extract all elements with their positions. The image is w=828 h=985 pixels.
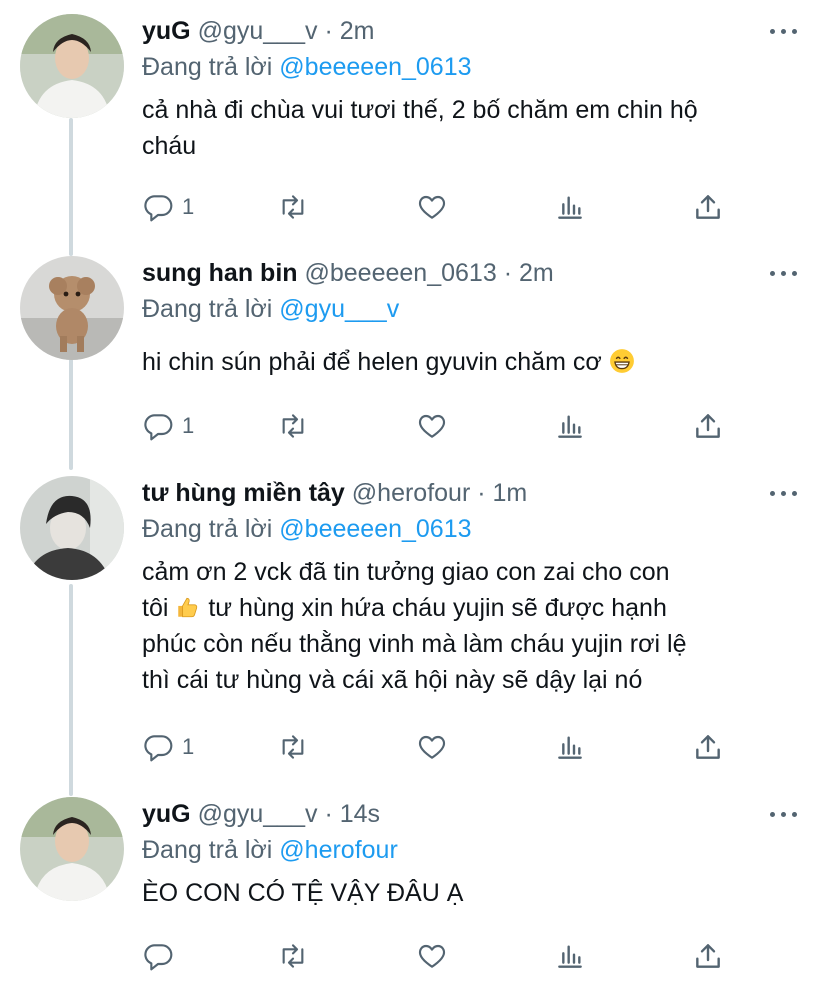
more-icon[interactable] bbox=[770, 266, 800, 280]
tweet-text-line: phúc còn nếu thằng vinh mà làm cháu yuji… bbox=[142, 630, 687, 658]
like-button[interactable] bbox=[416, 187, 448, 227]
tweet-text-line: cảm ơn 2 vck đã tin tưởng giao con zai c… bbox=[142, 558, 670, 586]
tweet-text-line-group: tôi tư hùng xin hứa cháu yujin sẽ được h… bbox=[142, 590, 798, 626]
reply-count: 1 bbox=[182, 413, 195, 438]
reply-button[interactable]: 1 bbox=[142, 727, 194, 767]
analytics-icon bbox=[558, 736, 582, 759]
replying-to-label: Đang trả lời bbox=[142, 515, 273, 543]
heart-icon bbox=[418, 195, 446, 219]
tweet-text: ÈO CON CÓ TỆ VẬY ĐÂU Ạ bbox=[142, 875, 798, 911]
share-button[interactable] bbox=[692, 727, 724, 767]
tweet-actions bbox=[142, 936, 742, 976]
display-name[interactable]: yuG bbox=[142, 800, 191, 828]
analytics-icon bbox=[558, 415, 582, 438]
more-icon[interactable] bbox=[770, 807, 800, 821]
reply-button[interactable] bbox=[142, 936, 182, 976]
avatar[interactable] bbox=[20, 476, 124, 580]
tweet-actions: 1 bbox=[142, 187, 742, 227]
reply-button[interactable]: 1 bbox=[142, 406, 194, 446]
reply-mention-link[interactable]: @beeeeen_0613 bbox=[279, 53, 471, 81]
heart-icon bbox=[418, 414, 446, 438]
user-handle[interactable]: @gyu___v bbox=[198, 800, 318, 828]
share-button[interactable] bbox=[692, 406, 724, 446]
retweet-icon bbox=[282, 414, 304, 438]
reply-button[interactable]: 1 bbox=[142, 187, 194, 227]
analytics-button[interactable] bbox=[554, 187, 586, 227]
tweet-text-line: cả nhà đi chùa vui tươi thế, 2 bố chăm e… bbox=[142, 96, 698, 124]
more-icon[interactable] bbox=[770, 24, 800, 38]
like-button[interactable] bbox=[416, 936, 448, 976]
reply-icon bbox=[144, 944, 173, 971]
timestamp[interactable]: 1m bbox=[493, 479, 528, 507]
avatar-photo bbox=[20, 14, 124, 118]
tweet-text-line: ÈO CON CÓ TỆ VẬY ĐÂU Ạ bbox=[142, 879, 464, 907]
reply-mention-link[interactable]: @herofour bbox=[279, 836, 398, 864]
thumbs-up-emoji bbox=[178, 597, 198, 618]
avatar-photo bbox=[20, 256, 124, 360]
reply-mention-link[interactable]: @gyu___v bbox=[279, 295, 399, 323]
avatar[interactable] bbox=[20, 256, 124, 360]
heart-icon bbox=[418, 944, 446, 968]
avatar[interactable] bbox=[20, 797, 124, 901]
reply-mention-link[interactable]: @beeeeen_0613 bbox=[279, 515, 471, 543]
user-handle[interactable]: @gyu___v bbox=[198, 17, 318, 45]
tweet-actions: 1 bbox=[142, 406, 742, 446]
share-button[interactable] bbox=[692, 936, 724, 976]
retweet-button[interactable] bbox=[277, 727, 309, 767]
analytics-icon bbox=[558, 196, 582, 219]
reply-icon bbox=[144, 195, 173, 222]
reply-count: 1 bbox=[182, 734, 195, 759]
share-icon bbox=[696, 944, 720, 968]
user-handle[interactable]: @herofour bbox=[352, 479, 471, 507]
tweet-text: cảm ơn 2 vck đã tin tưởng giao con zai c… bbox=[142, 554, 798, 698]
heart-icon bbox=[418, 735, 446, 759]
retweet-button[interactable] bbox=[277, 936, 309, 976]
avatar-photo bbox=[20, 476, 124, 580]
reply-icon bbox=[144, 414, 173, 441]
tweet-actions: 1 bbox=[142, 727, 742, 767]
replying-to-label: Đang trả lời bbox=[142, 295, 273, 323]
share-icon bbox=[696, 414, 720, 438]
reply-count: 1 bbox=[182, 194, 195, 219]
analytics-button[interactable] bbox=[554, 936, 586, 976]
tweet-text-line: tư hùng xin hứa cháu yujin sẽ được hạnh bbox=[208, 594, 667, 622]
separator-dot: · bbox=[324, 800, 333, 828]
user-handle[interactable]: @beeeeen_0613 bbox=[305, 259, 497, 287]
grinning-emoji bbox=[609, 349, 634, 373]
analytics-button[interactable] bbox=[554, 406, 586, 446]
reply-icon bbox=[144, 735, 173, 762]
tweet-text-line: hi chin sún phải để helen gyuvin chăm cơ bbox=[142, 348, 602, 376]
like-button[interactable] bbox=[416, 727, 448, 767]
analytics-icon bbox=[558, 945, 582, 968]
tweet-text-line: tôi bbox=[142, 594, 169, 622]
separator-dot: · bbox=[324, 17, 333, 45]
share-button[interactable] bbox=[692, 187, 724, 227]
tweet-text: cả nhà đi chùa vui tươi thế, 2 bố chăm e… bbox=[142, 92, 798, 164]
avatar[interactable] bbox=[20, 14, 124, 118]
tweet-text: hi chin sún phải để helen gyuvin chăm cơ bbox=[142, 344, 798, 380]
tweet-text-line: thì cái tư hùng và cái xã hội này sẽ dậy… bbox=[142, 666, 643, 694]
analytics-button[interactable] bbox=[554, 727, 586, 767]
timestamp[interactable]: 2m bbox=[340, 17, 375, 45]
display-name[interactable]: sung han bin bbox=[142, 259, 298, 287]
like-button[interactable] bbox=[416, 406, 448, 446]
retweet-icon bbox=[282, 944, 304, 968]
more-icon[interactable] bbox=[770, 486, 800, 500]
retweet-button[interactable] bbox=[277, 406, 309, 446]
share-icon bbox=[696, 195, 720, 219]
display-name[interactable]: yuG bbox=[142, 17, 191, 45]
separator-dot: · bbox=[503, 259, 513, 287]
replying-to-label: Đang trả lời bbox=[142, 836, 273, 864]
display-name[interactable]: tư hùng miền tây bbox=[142, 479, 345, 507]
timestamp[interactable]: 2m bbox=[519, 259, 554, 287]
replying-to-label: Đang trả lời bbox=[142, 53, 273, 81]
tweet-text-line: cháu bbox=[142, 132, 197, 160]
timestamp[interactable]: 14s bbox=[340, 800, 380, 828]
retweet-icon bbox=[282, 195, 304, 219]
avatar-photo bbox=[20, 797, 124, 901]
retweet-button[interactable] bbox=[277, 187, 309, 227]
separator-dot: · bbox=[477, 479, 486, 507]
retweet-icon bbox=[282, 735, 304, 759]
share-icon bbox=[696, 735, 720, 759]
